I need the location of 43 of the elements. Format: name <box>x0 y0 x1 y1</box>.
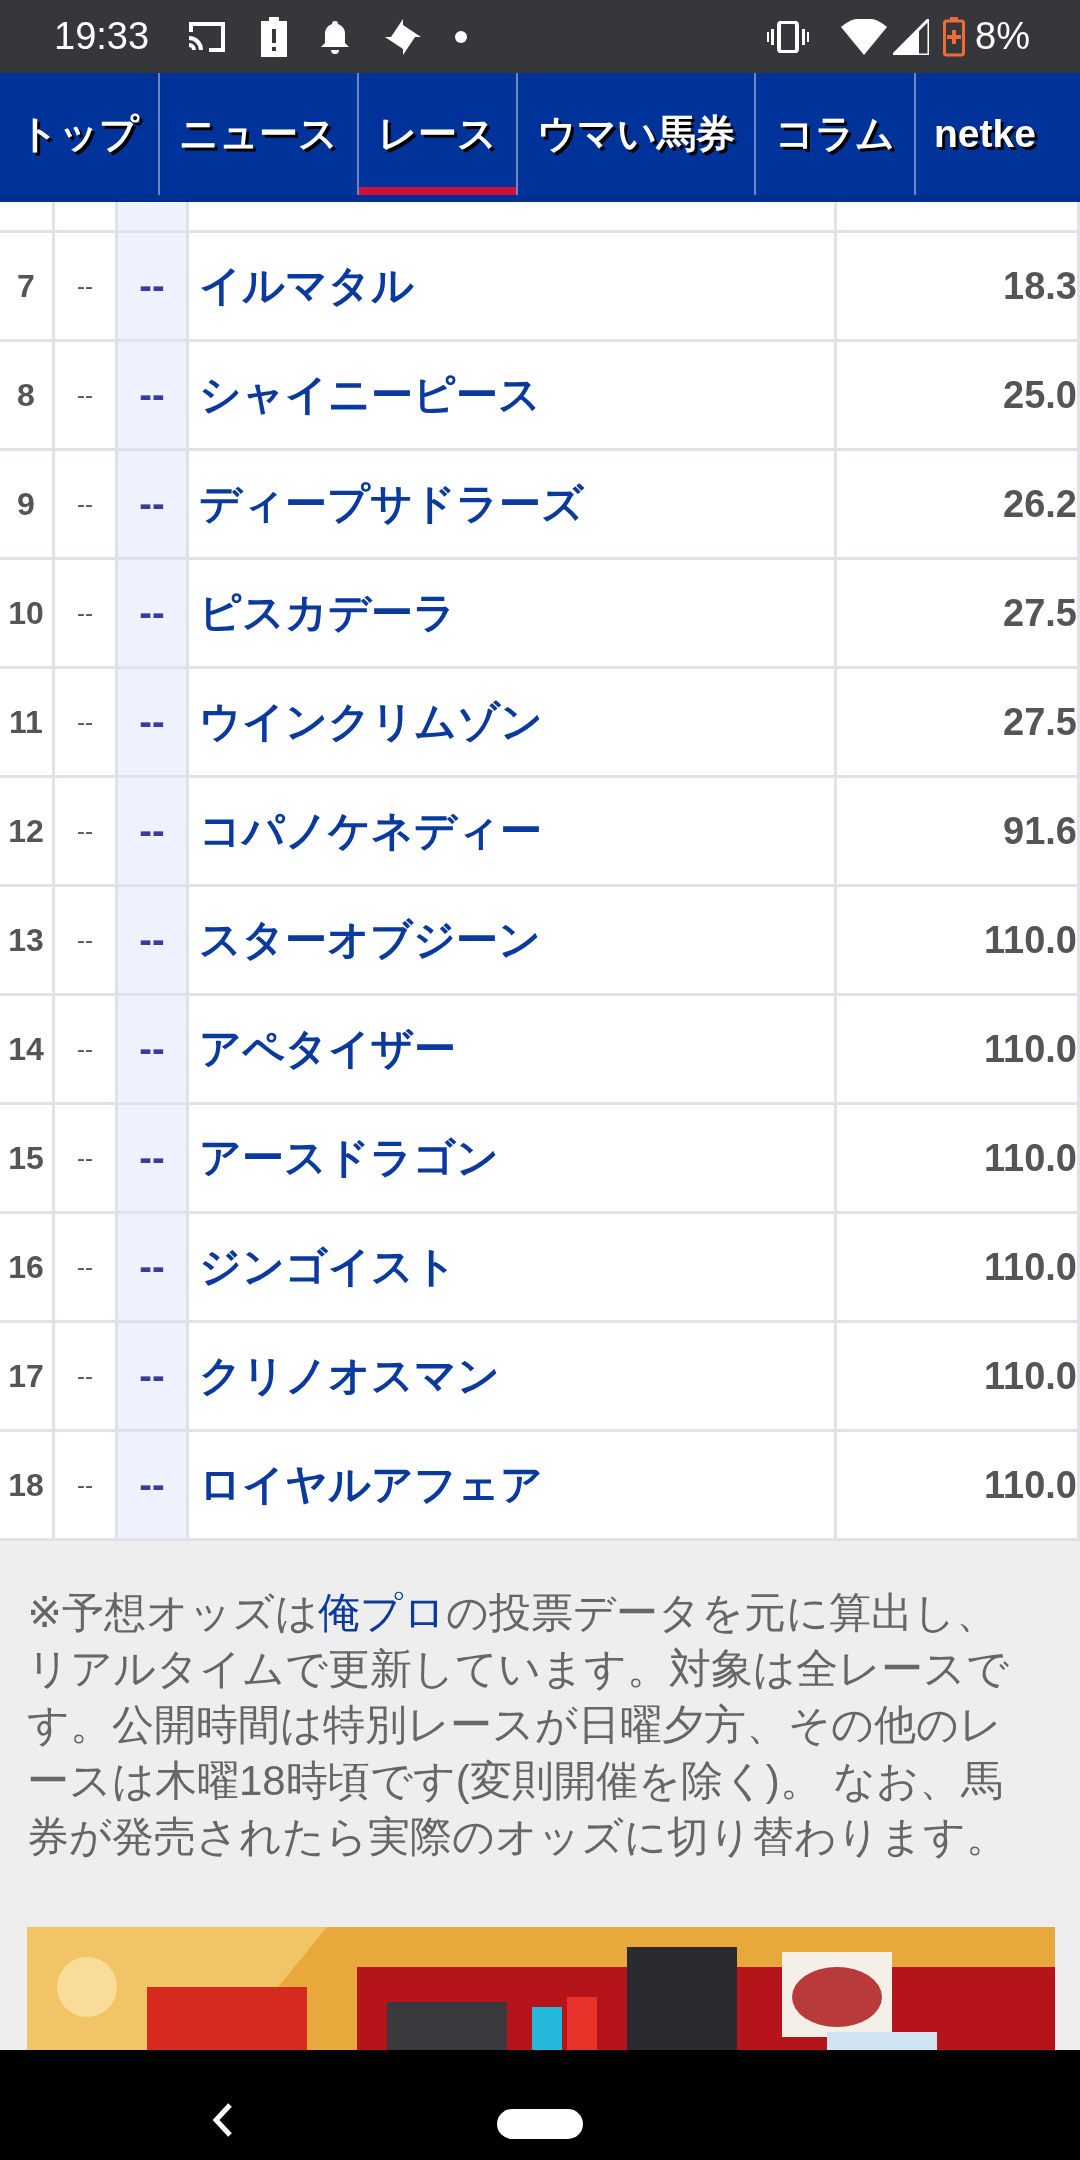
table-cell: -- <box>118 1323 189 1429</box>
wifi-icon <box>841 18 888 55</box>
battery-icon <box>943 16 966 57</box>
table-cell: -- <box>118 1105 189 1211</box>
table-cell: -- <box>118 1214 189 1320</box>
horse-name-link[interactable]: スターオブジーン <box>199 912 541 968</box>
horse-name-link[interactable]: シャイニーピース <box>199 367 541 423</box>
nav-tab[interactable]: netke <box>916 73 1036 195</box>
table-cell: -- <box>118 778 189 884</box>
battery-percent: 8% <box>975 15 1030 58</box>
horse-name-link[interactable]: アースドラゴン <box>199 1130 499 1186</box>
back-icon[interactable] <box>212 2102 234 2138</box>
dot-icon <box>455 30 468 43</box>
horse-name-link[interactable]: ロイヤルアフェア <box>199 1457 543 1513</box>
table-cell: -- <box>118 451 189 557</box>
horse-name-link[interactable]: コパノケネディー <box>199 803 542 859</box>
bell-icon <box>319 18 352 55</box>
alert-icon <box>261 16 288 57</box>
horse-name-link[interactable]: ディープサドラーズ <box>199 476 584 532</box>
nav-tab[interactable]: ウマい馬券 <box>518 73 756 195</box>
nav-tab[interactable]: ニュース <box>160 73 359 195</box>
horse-name-link[interactable]: アペタイザー <box>199 1021 456 1077</box>
nav-tab[interactable]: トップ <box>0 73 160 195</box>
table-cell: -- <box>118 560 189 666</box>
table-cell: -- <box>118 233 189 339</box>
horse-name-link[interactable]: ジンゴイスト <box>199 1239 457 1295</box>
nav-tab[interactable]: レース <box>359 73 518 195</box>
clock: 19:33 <box>54 15 150 58</box>
note-link[interactable]: 俺プロ <box>318 1589 447 1636</box>
vibrate-icon <box>767 20 810 53</box>
horse-name-link[interactable]: ウインクリムゾン <box>199 694 543 750</box>
table-cell: -- <box>118 669 189 775</box>
table-cell: -- <box>118 996 189 1102</box>
table-cell: -- <box>118 1432 189 1538</box>
horse-name-link[interactable]: イルマタル <box>199 258 414 314</box>
nav-tab[interactable]: コラム <box>756 73 916 195</box>
horse-name-link[interactable]: クリノオスマン <box>199 1348 500 1404</box>
signal-icon <box>893 18 930 55</box>
table-cell: -- <box>118 887 189 993</box>
home-button[interactable] <box>497 2108 583 2139</box>
horse-name-link[interactable]: ピスカデーラ <box>199 585 456 641</box>
odds-note: ※予想オッズは俺プロ の投票データを元に算出し、リアルタイムで更新しています。対象は全レースです。公開時間は特別レースが日曜夕方、その他のレースは木曜18時頃です(変則開催を除く)。 なお、馬券が発売されたら実際のオッズに切り替わります。 <box>27 1588 1010 1862</box>
table-cell: -- <box>118 342 189 448</box>
